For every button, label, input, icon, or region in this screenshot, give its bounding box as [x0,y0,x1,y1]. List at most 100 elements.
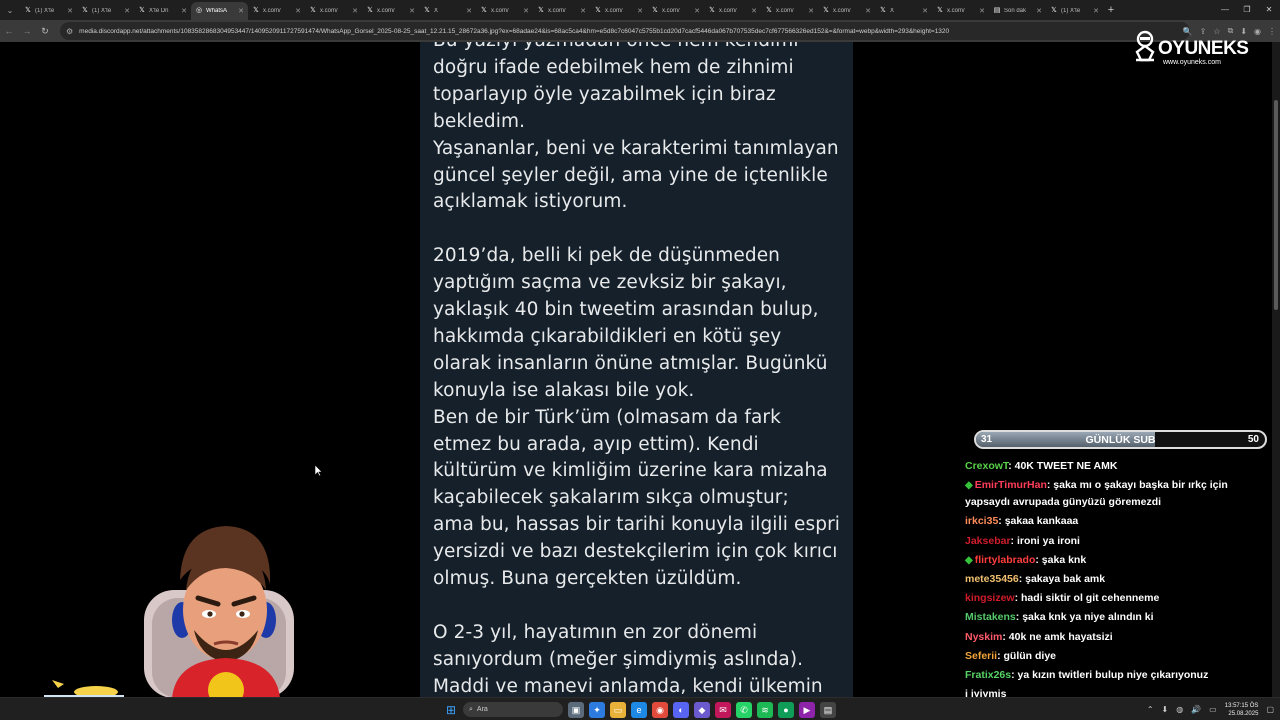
browser-tab[interactable]: 𝕏 (1) X'te ✕ [20,2,77,20]
statement-line: konuyla ise alakası bile yok. [433,379,695,401]
volume-icon[interactable]: 🔊 [1191,705,1201,714]
tab-search-button[interactable]: ⌄ [0,0,20,20]
browser-tab[interactable]: 𝕏 X ✕ [419,2,476,20]
tab-title: x.com/ [776,8,794,14]
browser-tab[interactable]: ◎ WhatsA ✕ [191,2,248,20]
browser-tab[interactable]: 𝕏x.com/ ✕ [761,2,818,20]
chat-username[interactable]: EmirTimurHan [975,479,1047,491]
statement-line: Bu yazıyı yazmadan önce hem kendimi [433,42,841,55]
tab-close-icon[interactable]: ✕ [409,7,415,15]
back-icon[interactable]: ← [0,26,18,36]
browser-tab[interactable]: 𝕏x.com/ ✕ [305,2,362,20]
site-info-icon[interactable]: ⚙ [66,27,73,36]
chat-username[interactable]: Fratix26s [965,669,1011,681]
clock[interactable]: 13:57:15 ÖS 25.08.2025 [1225,702,1259,718]
browser-tab[interactable]: 𝕏 (1) X'te ✕ [77,2,134,20]
forward-icon[interactable]: → [18,26,36,36]
close-window-icon[interactable]: ✕ [1258,0,1280,20]
terminal-icon[interactable]: ▤ [820,701,836,718]
pikachu-sticker [44,680,124,698]
chat-username[interactable]: mete35456 [965,573,1019,585]
browser-tab[interactable]: 𝕏x.com/ ✕ [248,2,305,20]
tab-close-icon[interactable]: ✕ [67,7,73,15]
browser-tab[interactable]: 𝕏x.com/ ✕ [590,2,647,20]
chat-username[interactable]: Mistakens [965,611,1016,623]
maximize-icon[interactable]: ❐ [1236,0,1258,20]
minimize-icon[interactable]: — [1214,0,1236,20]
browser-tab[interactable]: 𝕏x.com/ ✕ [704,2,761,20]
tab-close-icon[interactable]: ✕ [466,7,472,15]
tab-close-icon[interactable]: ✕ [523,7,529,15]
chat-username[interactable]: flirtylabrado [975,554,1036,566]
copilot-icon[interactable]: ✦ [589,701,605,718]
edge-icon[interactable]: e [631,701,647,718]
chat-username[interactable]: Seferii [965,650,997,662]
browser-tab[interactable]: 𝕏x.com/ ✕ [362,2,419,20]
tab-close-icon[interactable]: ✕ [181,7,187,15]
tab-title: x.com/ [833,8,851,14]
whatsapp-icon[interactable]: ✆ [736,701,752,718]
tab-close-icon[interactable]: ✕ [580,7,586,15]
tab-close-icon[interactable]: ✕ [1093,7,1099,15]
tab-close-icon[interactable]: ✕ [694,7,700,15]
page-scrollbar[interactable] [1272,42,1280,697]
address-bar[interactable]: ⚙ media.discordapp.net/attachments/10835… [60,22,1190,40]
tab-close-icon[interactable]: ✕ [865,7,871,15]
tab-close-icon[interactable]: ✕ [808,7,814,15]
browser-tab[interactable]: 𝕏 (1) X'te ✕ [1046,2,1103,20]
mail-icon[interactable]: ✉ [715,701,731,718]
file-explorer-icon[interactable]: ▭ [610,701,626,718]
tab-close-icon[interactable]: ✕ [295,7,301,15]
sub-goal-label: GÜNLÜK SUB [1085,434,1156,446]
discord-icon[interactable]: ◐ [673,701,689,718]
app-icon[interactable]: ◆ [694,701,710,718]
streaming-app-icon[interactable]: ▶ [799,701,815,718]
browser-tab[interactable]: 𝕏x.com/ ✕ [476,2,533,20]
browser-tab[interactable]: 𝕏x.com/ ✕ [533,2,590,20]
tab-list: 𝕏 (1) X'te ✕ 𝕏 (1) X'te ✕ 𝕏 X'te Dn ✕ ◎ WhatsA ✕ 𝕏x.… [20,0,1103,20]
browser-tab[interactable]: 𝕏x.com/ ✕ [647,2,704,20]
obs-icon[interactable]: ● [778,701,794,718]
taskbar-search[interactable]: ⌕ Ara [463,702,563,717]
tab-close-icon[interactable]: ✕ [1036,7,1042,15]
mascot-icon [1135,30,1155,62]
notification-icon[interactable]: ▢ [1266,705,1274,714]
browser-tab[interactable]: ▤ Son dak ✕ [989,2,1046,20]
reload-icon[interactable]: ↻ [36,26,54,37]
browser-tab[interactable]: 𝕏 X'te Dn ✕ [134,2,191,20]
tab-close-icon[interactable]: ✕ [751,7,757,15]
spotify-icon[interactable]: ≋ [757,701,773,718]
task-view-icon[interactable]: ▣ [568,701,584,718]
statement-line: olmuş. Buna gerçekten üzüldüm. [433,568,742,590]
browser-tab[interactable]: 𝕏x.com/ ✕ [818,2,875,20]
chat-username[interactable]: irkci35 [965,515,998,527]
tab-close-icon[interactable]: ✕ [238,7,244,15]
browser-tab[interactable]: 𝕏 X ✕ [875,2,932,20]
oyuneks-logo: OYUNEKS www.oyuneks.com [1134,30,1264,70]
menu-icon[interactable]: ⋮ [1268,27,1276,36]
chat-username[interactable]: Jaksebar [965,535,1011,547]
tray-overflow-icon[interactable]: ⌃ [1147,705,1154,714]
x-logo-icon: 𝕏 [424,7,430,14]
chat-text: : hadi siktir ol git cehenneme [1014,592,1160,605]
chat-username[interactable]: kingsizew [965,592,1015,604]
chat-username[interactable]: Nyskim [965,631,1002,643]
start-windows-icon[interactable]: ⊞ [444,703,458,717]
tab-close-icon[interactable]: ✕ [922,7,928,15]
chat-username[interactable]: CrexowT [965,460,1008,472]
download-tray-icon[interactable]: ⬇ [1162,705,1169,714]
tab-close-icon[interactable]: ✕ [979,7,985,15]
chat-message: ◆ flirtylabrado: şaka knk [962,552,1262,569]
battery-icon[interactable]: ▭ [1209,705,1217,714]
browser-tab[interactable]: 𝕏x.com/ ✕ [932,2,989,20]
x-logo-icon: 𝕏 [766,7,772,14]
tab-close-icon[interactable]: ✕ [124,7,130,15]
network-icon[interactable]: ◍ [1176,705,1183,714]
tab-close-icon[interactable]: ✕ [637,7,643,15]
tab-close-icon[interactable]: ✕ [352,7,358,15]
scrollbar-thumb[interactable] [1274,100,1278,310]
brand-name: OYUNEKS [1158,38,1249,59]
new-tab-button[interactable]: + [1103,4,1119,16]
tab-title: x.com/ [719,8,737,14]
chrome-icon[interactable]: ◉ [652,701,668,718]
